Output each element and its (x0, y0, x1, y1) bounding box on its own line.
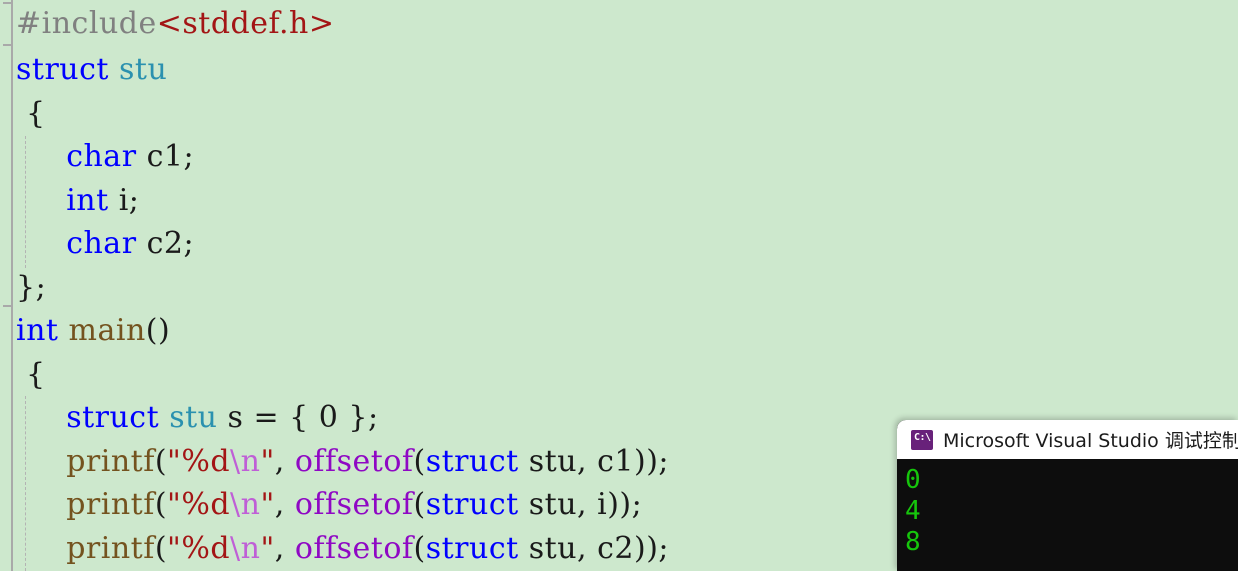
code-token: "%d (167, 487, 231, 522)
code-token: c1; (136, 139, 195, 174)
code-token: stu (169, 400, 218, 435)
code-token: c2; (136, 226, 195, 261)
gutter-bracket-top (3, 2, 11, 4)
code-token: printf (66, 530, 155, 566)
code-token: main (68, 313, 146, 348)
gutter-bracket-mid (3, 44, 11, 46)
code-token: ( (154, 487, 168, 522)
code-token: , (274, 487, 295, 522)
code-token: struct (425, 530, 519, 566)
indent-guide-main (25, 396, 26, 571)
code-token: offsetof (294, 487, 414, 522)
code-token: stu, i)); (518, 487, 643, 522)
code-token: stu, c2)); (518, 530, 670, 566)
line-include[interactable]: #include<stddef.h> (0, 0, 1238, 48)
code-token: ( (154, 443, 168, 479)
code-token: () (145, 313, 171, 348)
console-output-line: 8 (905, 527, 921, 557)
code-token: char (66, 226, 137, 261)
command-prompt-icon: C:\ (911, 429, 933, 450)
code-token: \n (230, 443, 261, 479)
code-token: s = { 0 }; (217, 400, 379, 435)
line-main-open[interactable]: { (0, 353, 1238, 397)
console-title-bar[interactable]: C:\ Microsoft Visual Studio 调试控制台 (897, 420, 1238, 459)
code-token: { (16, 95, 46, 131)
line-member-c1[interactable]: char c1; (0, 135, 1238, 179)
code-token: "%d (167, 443, 231, 479)
code-token: { (16, 356, 46, 392)
code-token: struct (66, 400, 160, 435)
command-prompt-glyph: C:\ (914, 431, 931, 443)
code-token: stu (119, 52, 168, 87)
code-token: struct (425, 443, 519, 479)
code-token: ( (154, 530, 168, 566)
code-token: int (66, 182, 109, 218)
code-token: }; (16, 269, 47, 305)
code-token: \n (230, 487, 261, 522)
line-struct-open[interactable]: { (0, 92, 1238, 136)
code-token: struct (16, 52, 109, 87)
console-output-line: 4 (905, 496, 921, 526)
code-token: ( (413, 443, 426, 479)
code-token: int (16, 313, 59, 348)
code-token: #include (16, 6, 157, 41)
code-token: printf (66, 443, 155, 479)
code-token: printf (66, 487, 155, 522)
code-token: " (260, 443, 275, 479)
code-token: offsetof (294, 530, 414, 566)
console-output-line: 0 (905, 465, 921, 495)
line-member-i[interactable]: int i; (0, 179, 1238, 223)
line-member-c2[interactable]: char c2; (0, 222, 1238, 266)
code-token: struct (425, 487, 519, 522)
code-token: ( (413, 487, 426, 522)
gutter-bracket-main (3, 305, 11, 307)
code-token: ( (413, 530, 426, 566)
code-token: "%d (167, 530, 231, 566)
line-struct-decl[interactable]: struct stu (0, 48, 1238, 92)
code-token: , (274, 530, 295, 566)
code-token: , (274, 443, 295, 479)
code-token: \n (230, 530, 261, 566)
code-token: " (260, 487, 275, 522)
line-main-decl[interactable]: int main() (0, 309, 1238, 353)
code-token: offsetof (294, 443, 414, 479)
code-token: i; (108, 182, 140, 218)
console-title-text: Microsoft Visual Studio 调试控制台 (943, 430, 1238, 452)
code-token: stu, c1)); (518, 443, 670, 479)
console-output-area[interactable]: 048 (897, 459, 1238, 571)
screen: #include<stddef.h> struct stu { char c1; … (0, 0, 1238, 571)
code-token: " (260, 530, 275, 566)
indent-guide-struct (25, 136, 26, 268)
debug-console-window[interactable]: C:\ Microsoft Visual Studio 调试控制台 048 (897, 420, 1238, 571)
line-struct-close[interactable]: }; (0, 266, 1238, 310)
code-token: <stddef.h> (156, 6, 335, 41)
code-token: char (66, 139, 137, 174)
